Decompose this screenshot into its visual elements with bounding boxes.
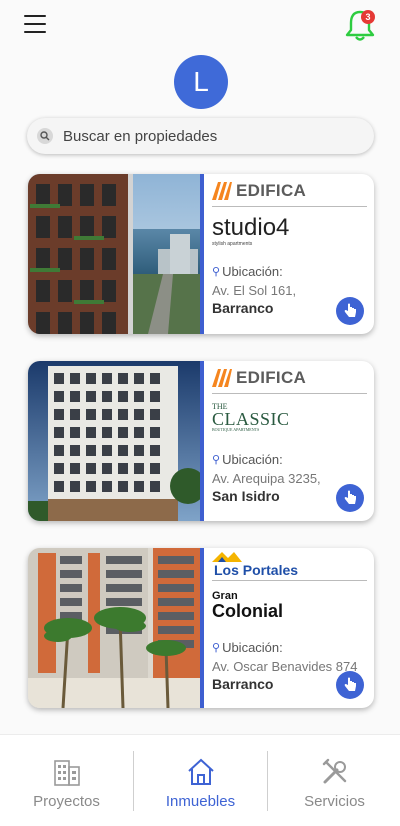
location-pin-icon: ⚲ <box>212 454 221 466</box>
tap-hand-icon <box>344 490 356 504</box>
view-property-button[interactable] <box>336 484 364 512</box>
tab-label: Servicios <box>304 793 365 810</box>
developer-name: EDIFICA <box>236 181 307 200</box>
notification-count-badge: 3 <box>361 10 375 24</box>
search-input[interactable] <box>63 127 343 145</box>
building-icon <box>52 757 82 787</box>
tab-servicios[interactable]: Servicios <box>268 735 400 826</box>
tab-label: Inmuebles <box>165 793 236 810</box>
property-card-studio4[interactable]: EDIFICA studio4 stylish apartments ⚲ Ubic… <box>28 174 374 334</box>
project-logo: Gran Colonial <box>212 590 367 634</box>
bottom-navigation: Proyectos Inmuebles Servicios <box>0 734 400 826</box>
tap-hand-icon <box>344 677 356 691</box>
property-image <box>28 174 200 334</box>
notification-bell-icon[interactable]: 3 <box>343 7 377 43</box>
tab-inmuebles[interactable]: Inmuebles <box>134 735 267 826</box>
location-label: Ubicación: <box>222 264 283 279</box>
property-image <box>28 361 200 521</box>
developer-logo: Los Portales <box>212 550 367 581</box>
hamburger-menu-icon[interactable] <box>24 15 46 35</box>
tab-label: Proyectos <box>33 793 100 810</box>
home-icon <box>186 757 216 787</box>
view-property-button[interactable] <box>336 297 364 325</box>
property-card-gran-colonial[interactable]: Los Portales Gran Colonial ⚲ Ubicación: A… <box>28 548 374 708</box>
developer-logo: EDIFICA <box>212 176 367 207</box>
location-pin-icon: ⚲ <box>212 266 221 278</box>
top-bar: 3 <box>0 0 400 56</box>
location-pin-icon: ⚲ <box>212 642 221 654</box>
project-name: CLASSIC <box>212 409 290 429</box>
project-logo: studio4 stylish apartments <box>212 214 367 258</box>
project-subtitle: stylish apartments <box>212 241 253 247</box>
address: Av. El Sol 161, <box>212 283 297 298</box>
developer-name: EDIFICA <box>236 368 307 387</box>
developer-logo: EDIFICA <box>212 363 367 394</box>
tap-hand-icon <box>344 303 356 317</box>
search-icon <box>37 128 53 144</box>
project-logo: THE CLASSIC BOUTIQUE APARTMENTS <box>212 402 367 446</box>
tab-proyectos[interactable]: Proyectos <box>0 735 133 826</box>
tools-icon <box>320 757 350 787</box>
developer-name: Los Portales <box>214 562 299 578</box>
property-card-the-classic[interactable]: EDIFICA THE CLASSIC BOUTIQUE APARTMENTS … <box>28 361 374 521</box>
los-portales-logo-icon <box>212 552 242 562</box>
location-label: Ubicación: <box>222 640 283 655</box>
property-image <box>28 548 200 708</box>
search-bar <box>27 118 374 154</box>
edifica-logo-icon <box>212 369 232 387</box>
edifica-logo-icon <box>212 182 232 200</box>
avatar[interactable]: L <box>174 55 228 109</box>
location-label: Ubicación: <box>222 452 283 467</box>
project-name: studio4 <box>212 214 290 241</box>
project-name: Colonial <box>212 601 283 621</box>
view-property-button[interactable] <box>336 671 364 699</box>
